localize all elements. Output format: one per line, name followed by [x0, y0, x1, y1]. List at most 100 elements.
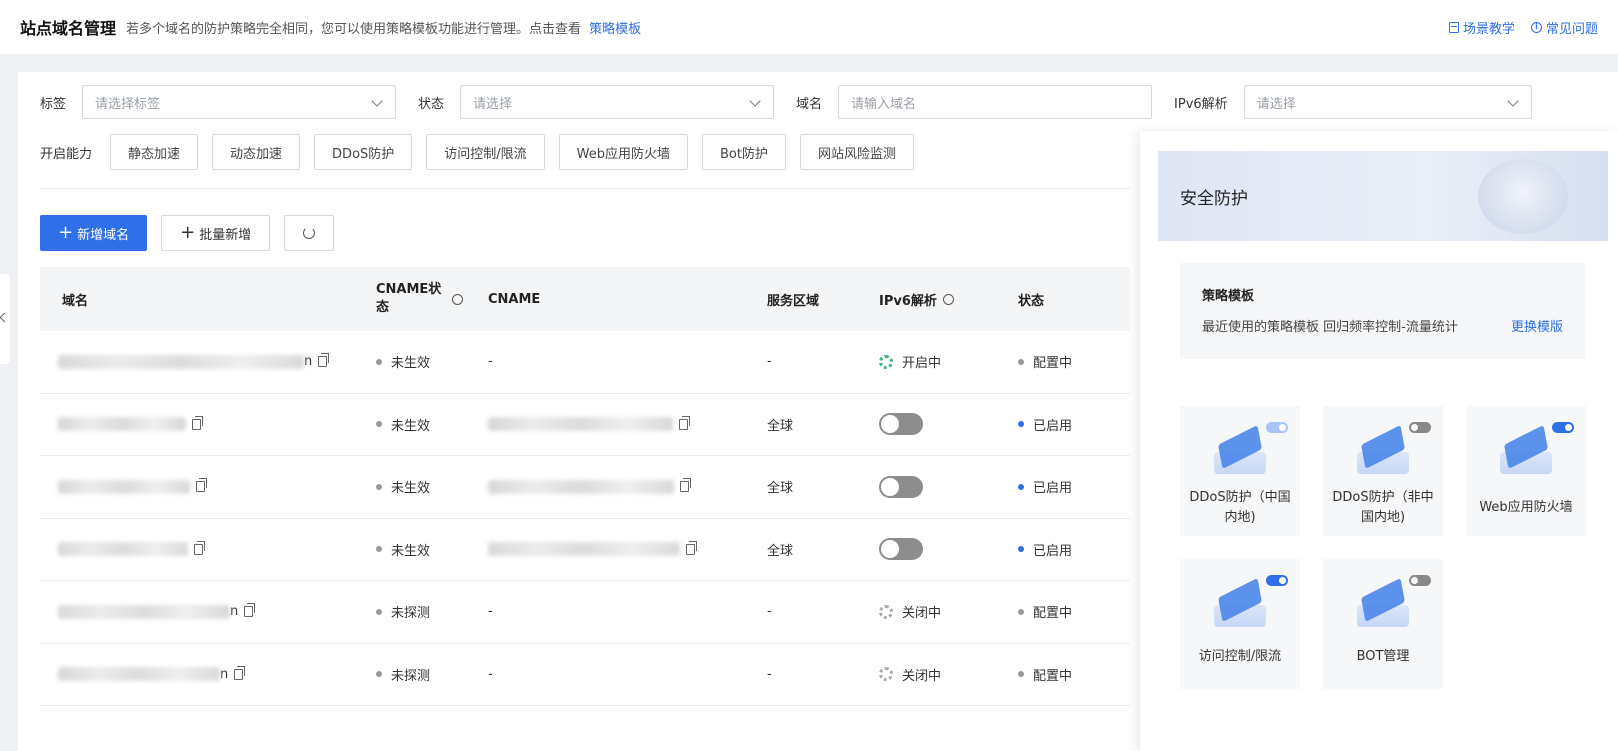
policy-template-link[interactable]: 策略模板: [589, 22, 641, 37]
copy-icon[interactable]: [318, 353, 330, 368]
ipv6-select-placeholder: 请选择: [1256, 96, 1296, 112]
region-cell: 全球: [767, 481, 794, 497]
module-toggle[interactable]: [1266, 575, 1288, 586]
region-cell: 全球: [767, 543, 794, 559]
policy-template-card: 策略模板 最近使用的策略模板 回归频率控制-流量统计 更换模版: [1180, 263, 1585, 359]
copy-icon[interactable]: [686, 540, 697, 555]
cname-status-text: 未探测: [391, 668, 431, 684]
ipv6-cell: [879, 413, 1018, 436]
redacted-domain: [58, 417, 186, 432]
cname-status-text: 未生效: [391, 418, 431, 434]
header-domain: 域名: [62, 293, 89, 309]
shield-illustration-icon: [1478, 159, 1568, 234]
module-access-control[interactable]: 访问控制/限流: [1180, 559, 1300, 689]
header-cname-status: CNAME状态: [376, 281, 488, 317]
module-ddos-cn[interactable]: DDoS防护（中国内地): [1180, 406, 1300, 536]
module-toggle[interactable]: [1552, 422, 1574, 433]
module-waf[interactable]: Web应用防火墙: [1466, 406, 1586, 536]
status-dot: [376, 608, 382, 615]
table-row: n 未生效 - - 开启中 配置中: [40, 331, 1130, 394]
redacted-cname: [488, 479, 674, 494]
page-title: 站点域名管理: [20, 19, 117, 38]
cname-cell: [488, 415, 767, 432]
copy-icon[interactable]: [194, 540, 205, 555]
table-row: 未生效 全球 已启用: [40, 519, 1130, 581]
add-domain-button[interactable]: + 新增域名: [40, 215, 148, 251]
module-toggle[interactable]: [1409, 422, 1431, 433]
module-toggle[interactable]: [1266, 422, 1288, 433]
cname-status-cell: 未探测: [376, 602, 488, 621]
plus-icon: +: [58, 222, 74, 243]
ipv6-toggle[interactable]: [879, 475, 923, 498]
refresh-button[interactable]: [284, 215, 335, 251]
divider: [40, 188, 1130, 189]
capability-bot[interactable]: Bot防护: [702, 134, 786, 170]
capability-dynamic-accel[interactable]: 动态加速: [212, 134, 301, 170]
tag-select[interactable]: 请选择标签: [82, 85, 397, 119]
ipv6-toggle[interactable]: [879, 538, 923, 561]
redacted-domain: [58, 354, 304, 369]
table-header: 域名 CNAME状态 CNAME 服务区域 IPv6解析 状态: [40, 267, 1130, 331]
faq-link[interactable]: i 常见问题: [1530, 18, 1598, 37]
ipv6-cell: 开启中: [879, 352, 1018, 371]
module-bot[interactable]: BOT管理: [1323, 559, 1443, 689]
policy-template-title: 策略模板: [1202, 289, 1255, 304]
header-ipv6: IPv6解析: [879, 290, 1018, 309]
domain-search-input[interactable]: 请输入域名: [838, 85, 1153, 119]
domain-cell: [40, 540, 376, 557]
capability-ddos[interactable]: DDoS防护: [314, 134, 413, 170]
module-label: 访问控制/限流: [1198, 649, 1282, 664]
domain-suffix: n: [220, 666, 229, 682]
ipv6-cell: 关闭中: [879, 602, 1018, 621]
redacted-domain: [58, 542, 188, 557]
cname-cell: -: [488, 604, 493, 620]
capability-risk-monitor[interactable]: 网站风险监测: [800, 134, 915, 170]
status-cell: 已启用: [1018, 415, 1130, 434]
info-icon[interactable]: [452, 293, 463, 305]
capability-label: 开启能力: [40, 146, 93, 162]
status-dot: [1018, 483, 1024, 490]
change-template-link[interactable]: 更换模版: [1511, 316, 1563, 335]
batch-add-button[interactable]: + 批量新增: [161, 215, 271, 251]
copy-icon[interactable]: [196, 478, 207, 493]
loading-spinner-icon: [879, 667, 893, 682]
policy-template-desc: 最近使用的策略模板 回归频率控制-流量统计: [1202, 320, 1458, 335]
document-icon: [1448, 21, 1459, 33]
cname-cell: -: [488, 666, 493, 682]
status-text: 已启用: [1033, 543, 1073, 559]
capability-access-control[interactable]: 访问控制/限流: [426, 134, 545, 170]
ipv6-toggle[interactable]: [879, 413, 923, 436]
cname-cell: [488, 540, 767, 557]
info-icon[interactable]: [942, 293, 954, 305]
module-ddos-overseas[interactable]: DDoS防护（非中国内地): [1323, 406, 1443, 536]
redacted-domain: [58, 667, 220, 682]
ipv6-status-text: 开启中: [902, 356, 942, 372]
copy-icon[interactable]: [244, 603, 256, 618]
status-dot: [376, 483, 382, 490]
ddos-cube-icon: [1357, 425, 1409, 474]
copy-icon[interactable]: [234, 665, 246, 680]
ipv6-select[interactable]: 请选择: [1243, 85, 1532, 119]
cname-status-cell: 未生效: [376, 415, 488, 434]
copy-icon[interactable]: [680, 478, 691, 493]
capability-static-accel[interactable]: 静态加速: [110, 134, 199, 170]
cname-status-cell: 未生效: [376, 540, 488, 559]
capability-filter: 开启能力 静态加速 动态加速 DDoS防护 访问控制/限流 Web应用防火墙 B…: [40, 134, 928, 170]
copy-icon[interactable]: [679, 415, 690, 430]
header-ipv6-label: IPv6解析: [879, 293, 937, 309]
header-cname-status-label: CNAME状态: [376, 282, 442, 315]
capability-waf[interactable]: Web应用防火墙: [558, 134, 689, 170]
status-cell: 配置中: [1018, 352, 1130, 371]
status-filter-label: 状态: [418, 96, 445, 112]
scenario-tutorial-link[interactable]: 场景教学: [1448, 18, 1515, 37]
module-toggle[interactable]: [1409, 575, 1431, 586]
ipv6-filter-label: IPv6解析: [1174, 96, 1228, 112]
chevron-down-icon: [371, 95, 383, 107]
status-cell: 已启用: [1018, 477, 1130, 496]
copy-icon[interactable]: [192, 415, 203, 430]
domain-filter-label: 域名: [796, 96, 823, 112]
header-cname: CNAME: [488, 291, 541, 307]
ipv6-status-text: 关闭中: [902, 606, 942, 622]
status-dot: [1018, 421, 1024, 428]
status-select[interactable]: 请选择: [460, 85, 775, 119]
